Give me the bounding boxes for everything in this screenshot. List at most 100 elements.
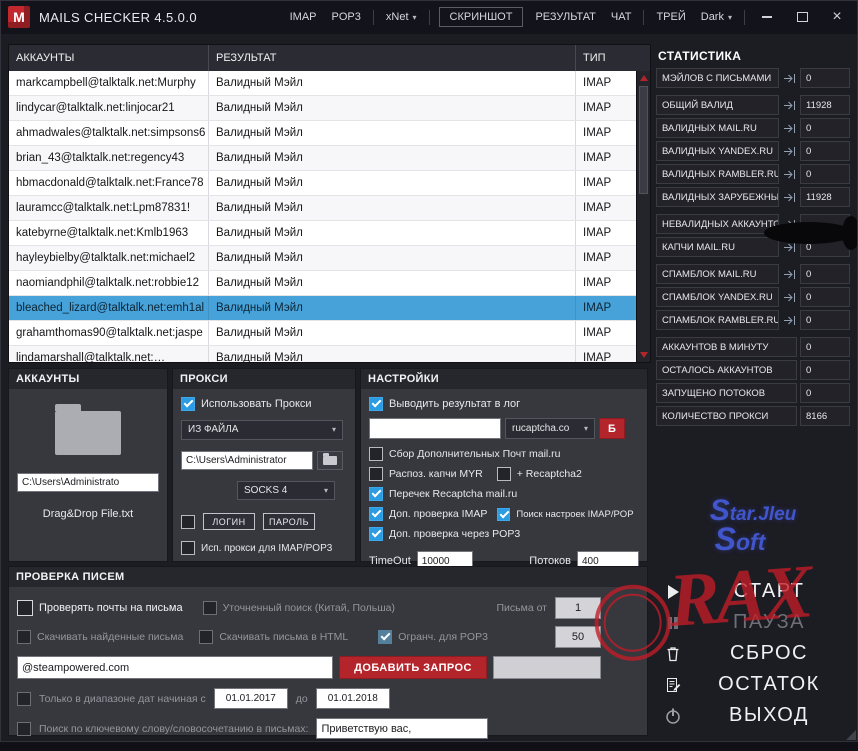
export-arrow-icon[interactable]: [782, 169, 797, 180]
menu-xnet-dropdown[interactable]: xNet▾: [383, 7, 420, 27]
stat-value: 0: [800, 118, 850, 138]
export-arrow-icon[interactable]: [782, 292, 797, 303]
myr-captcha-checkbox[interactable]: [369, 467, 383, 481]
start-button[interactable]: СТАРТ: [652, 576, 858, 607]
column-header-accounts[interactable]: АККАУНТЫ: [9, 45, 209, 71]
column-header-type[interactable]: ТИП: [576, 45, 650, 71]
export-arrow-icon[interactable]: [782, 100, 797, 111]
export-arrow-icon[interactable]: [782, 146, 797, 157]
cell-type: IMAP: [576, 196, 636, 220]
download-letters-checkbox[interactable]: [17, 630, 31, 644]
exit-button[interactable]: ВЫХОД: [652, 700, 858, 731]
keyword-search-label: Поиск по ключевому слову/словосочетанию …: [39, 723, 308, 735]
table-scrollbar[interactable]: [636, 71, 650, 362]
refined-search-checkbox[interactable]: [203, 601, 217, 615]
use-proxy-checkbox[interactable]: [181, 397, 195, 411]
date-range-checkbox[interactable]: [17, 692, 31, 706]
recaptcha2-label: + Recaptcha2: [517, 468, 582, 480]
scroll-up-icon[interactable]: [640, 75, 648, 81]
scrollbar-thumb[interactable]: [639, 86, 648, 194]
query-input[interactable]: [17, 656, 333, 679]
add-query-button[interactable]: ДОБАВИТЬ ЗАПРОС: [339, 656, 487, 679]
captcha-service-select[interactable]: rucaptcha.co▾: [505, 418, 595, 439]
proxy-password-button[interactable]: ПАРОЛЬ: [263, 513, 315, 530]
table-row[interactable]: markcampbell@talktalk.net:MurphyВалидный…: [9, 71, 636, 96]
accounts-path-input[interactable]: [17, 473, 159, 492]
menu-pop3[interactable]: POP3: [329, 7, 364, 27]
download-html-checkbox[interactable]: [199, 630, 213, 644]
export-arrow-icon[interactable]: [782, 242, 797, 253]
export-arrow-icon[interactable]: [782, 315, 797, 326]
keyword-search-checkbox[interactable]: [17, 722, 31, 736]
table-row[interactable]: katebyrne@talktalk.net:Kmlb1963Валидный …: [9, 221, 636, 246]
table-row[interactable]: hbmacdonald@talktalk.net:France78Валидны…: [9, 171, 636, 196]
letters-from-input[interactable]: [555, 597, 601, 619]
close-button[interactable]: ×: [824, 6, 850, 28]
table-row[interactable]: naomiandphil@talktalk.net:robbie12Валидн…: [9, 271, 636, 296]
table-row[interactable]: lindycar@talktalk.net:linjocar21Валидный…: [9, 96, 636, 121]
collect-extra-mail-checkbox[interactable]: [369, 447, 383, 461]
captcha-key-input[interactable]: [369, 418, 501, 439]
keyword-input[interactable]: [316, 718, 488, 739]
export-arrow-icon[interactable]: [782, 269, 797, 280]
menu-screenshot[interactable]: СКРИНШОТ: [439, 7, 524, 27]
cell-result: Валидный Мэйл: [209, 196, 576, 220]
check-letters-checkbox[interactable]: [17, 600, 33, 616]
proxy-type-select[interactable]: SOCKS 4▾: [237, 481, 335, 501]
table-row[interactable]: ahmadwales@talktalk.net:simpsons6Валидны…: [9, 121, 636, 146]
pause-button[interactable]: ПАУЗА: [652, 607, 858, 638]
proxy-for-imap-label: Исп. прокси для IMAP/POP3: [201, 543, 332, 554]
table-row[interactable]: brian_43@talktalk.net:regency43Валидный …: [9, 146, 636, 171]
recheck-recaptcha-label: Перечек Recaptcha mail.ru: [389, 488, 517, 500]
folder-icon[interactable]: [55, 411, 121, 455]
cell-result: Валидный Мэйл: [209, 146, 576, 170]
chevron-down-icon: ▾: [728, 13, 732, 22]
table-row[interactable]: lindamarshall@talktalk.net:…Валидный Мэй…: [9, 346, 636, 362]
close-icon: ×: [832, 9, 841, 25]
reset-button[interactable]: СБРОС: [652, 638, 858, 669]
remainder-button[interactable]: ОСТАТОК: [652, 669, 858, 700]
date-to-label: до: [296, 693, 308, 705]
export-arrow-icon[interactable]: [782, 73, 797, 84]
proxy-path-input[interactable]: [181, 451, 313, 470]
table-row[interactable]: grahamthomas90@talktalk.net:jaspeВалидны…: [9, 321, 636, 346]
scroll-down-icon[interactable]: [640, 352, 648, 358]
table-row[interactable]: hayleybielby@talktalk.net:michael2Валидн…: [9, 246, 636, 271]
stat-row: ВАЛИДНЫХ YANDEX.RU0: [656, 141, 850, 161]
proxy-source-select[interactable]: ИЗ ФАЙЛА▾: [181, 420, 343, 440]
pop3-limit-checkbox[interactable]: [378, 630, 392, 644]
browse-proxy-button[interactable]: [317, 451, 343, 470]
table-row-selected[interactable]: bleached_lizard@talktalk.net:emh1alВалид…: [9, 296, 636, 321]
export-arrow-icon[interactable]: [782, 123, 797, 134]
imap-settings-search-checkbox[interactable]: [497, 508, 510, 521]
export-arrow-icon[interactable]: [782, 192, 797, 203]
stat-label: СПАМБЛОК MAIL.RU: [656, 264, 779, 284]
menu-chat[interactable]: ЧАТ: [608, 7, 635, 27]
pause-icon: [664, 614, 694, 632]
cell-result: Валидный Мэйл: [209, 121, 576, 145]
log-output-checkbox[interactable]: [369, 397, 383, 411]
menu-theme-dropdown[interactable]: Dark▾: [698, 7, 735, 27]
menu-result[interactable]: РЕЗУЛЬТАТ: [532, 7, 598, 27]
balance-button[interactable]: Б: [599, 418, 625, 439]
proxy-for-imap-checkbox[interactable]: [181, 541, 195, 555]
pop3-check-checkbox[interactable]: [369, 527, 383, 541]
accounts-panel-title: АККАУНТЫ: [9, 369, 167, 389]
export-arrow-icon[interactable]: [782, 219, 797, 230]
query-extra-field[interactable]: [493, 656, 601, 679]
pop3-limit-input[interactable]: [555, 626, 601, 648]
recaptcha2-checkbox[interactable]: [497, 467, 511, 481]
proxy-auth-checkbox[interactable]: [181, 515, 195, 529]
imap-check-checkbox[interactable]: [369, 507, 383, 521]
table-row[interactable]: lauramcc@talktalk.net:Lpm87831!Валидный …: [9, 196, 636, 221]
minimize-button[interactable]: [754, 6, 780, 28]
date-to-input[interactable]: [316, 688, 390, 709]
menu-tray[interactable]: ТРЕЙ: [653, 7, 688, 27]
resize-grip[interactable]: [846, 730, 856, 740]
menu-imap[interactable]: IMAP: [287, 7, 320, 27]
maximize-button[interactable]: [789, 6, 815, 28]
recheck-recaptcha-checkbox[interactable]: [369, 487, 383, 501]
proxy-login-button[interactable]: ЛОГИН: [203, 513, 255, 530]
date-from-input[interactable]: [214, 688, 288, 709]
column-header-result[interactable]: РЕЗУЛЬТАТ: [209, 45, 576, 71]
